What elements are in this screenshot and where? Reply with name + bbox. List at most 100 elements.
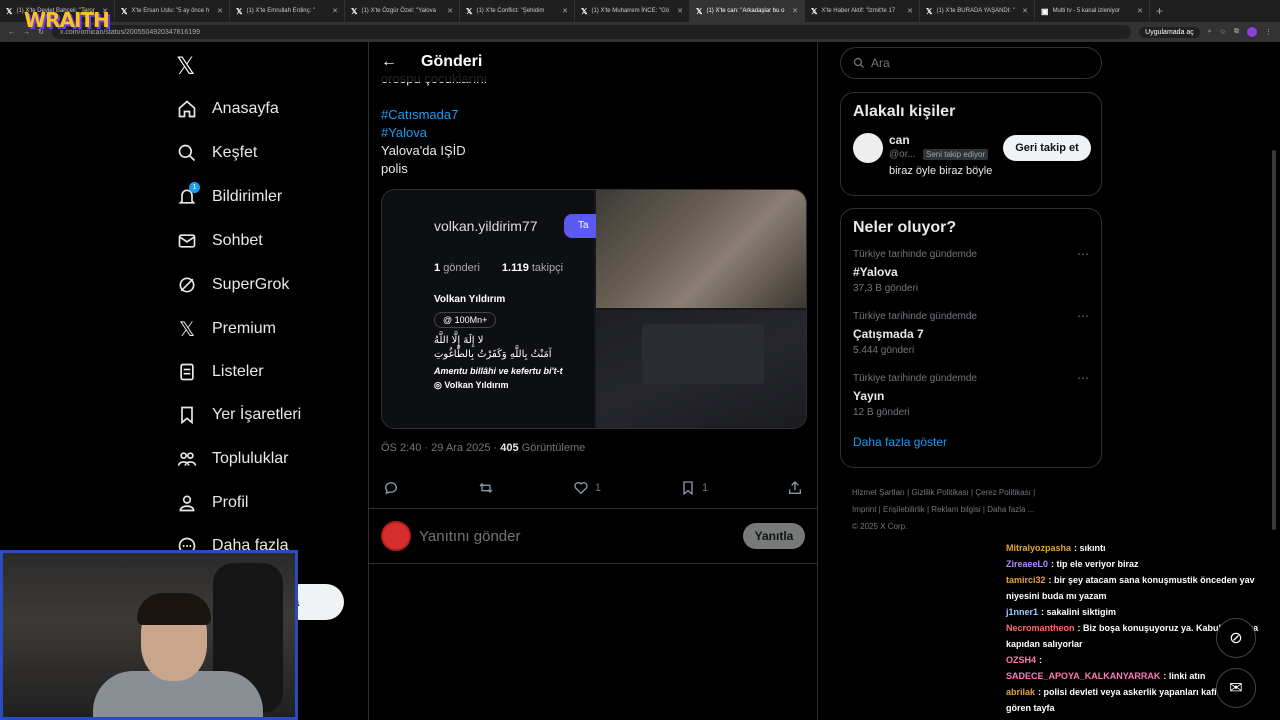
close-icon[interactable]: ✕: [1137, 7, 1143, 15]
url-field[interactable]: x.com/ornican/status/2005504920347816199: [51, 25, 1132, 39]
x-logo-icon: 𝕏: [696, 6, 703, 16]
more-options-icon[interactable]: ⋯: [1077, 309, 1089, 323]
sidebar-item-label: Keşfet: [212, 144, 258, 161]
post-metadata: ÖS 2:40 · 29 Ara 2025 · 405 Görüntüleme: [381, 442, 585, 454]
sidebar-item-lists[interactable]: Listeler: [176, 357, 264, 387]
profile-avatar[interactable]: [1247, 27, 1257, 37]
sidebar-item-chat[interactable]: Sohbet: [176, 226, 263, 256]
messages-fab[interactable]: ✉: [1216, 668, 1256, 708]
reply-input[interactable]: Yanıtını gönder: [419, 528, 735, 545]
show-more-link[interactable]: Daha fazla göster: [853, 435, 1101, 449]
share-action[interactable]: [787, 478, 803, 498]
browser-tab[interactable]: 𝕏 (1) X'te Muharrem İNCE: "Gö ✕: [575, 0, 690, 22]
browser-tab[interactable]: 𝕏 (1) X'te Emrullah Erdinç: " ✕: [230, 0, 345, 22]
chat-user: tamirci32: [1006, 575, 1046, 585]
x-logo-icon: 𝕏: [121, 6, 128, 16]
footer-link[interactable]: Imprint: [852, 505, 876, 514]
webcam-overlay: [0, 550, 298, 720]
search-icon: [176, 142, 198, 164]
browser-tab[interactable]: 𝕏 X'te Haber Aktif: "İzmit'te 17 ✕: [805, 0, 920, 22]
follow-back-button[interactable]: Geri takip et: [1003, 135, 1091, 161]
browser-tab[interactable]: 𝕏 (1) X'te BURADA YAŞANDI: " ✕: [920, 0, 1035, 22]
sidebar-item-communities[interactable]: Topluluklar: [176, 444, 288, 474]
chat-text: :: [1039, 655, 1043, 665]
trend-item[interactable]: Türkiye tarihinde gündemde Yayın 12 B gö…: [841, 367, 1101, 429]
more-options-icon[interactable]: ⋯: [1077, 247, 1089, 261]
back-icon[interactable]: ←: [8, 29, 15, 36]
close-icon[interactable]: ✕: [562, 7, 568, 15]
sidebar-item-home[interactable]: Anasayfa: [176, 94, 279, 124]
hashtag-link[interactable]: #Catısmada7: [381, 106, 801, 124]
reply-action[interactable]: [383, 478, 399, 498]
panel-title: Alakalı kişiler: [853, 103, 956, 120]
close-icon[interactable]: ✕: [447, 7, 453, 15]
close-icon[interactable]: ✕: [907, 7, 913, 15]
post-timestamp[interactable]: ÖS 2:40 · 29 Ara 2025 ·: [381, 442, 500, 454]
views-label: Görüntüleme: [521, 442, 586, 454]
star-icon[interactable]: ☆: [1220, 28, 1226, 36]
sidebar-item-notifications[interactable]: 1 Bildirimler: [176, 182, 282, 212]
sidebar-item-premium[interactable]: 𝕏 Premium: [176, 314, 276, 344]
open-in-app-button[interactable]: Uygulamada aç: [1139, 26, 1200, 38]
sidebar-item-profile[interactable]: Profil: [176, 488, 248, 518]
tab-label: X'te Haber Aktif: "İzmit'te 17: [821, 8, 896, 14]
media-threads-count: 100Mn+: [454, 315, 488, 325]
person-name: can: [889, 133, 910, 147]
avatar: [381, 521, 411, 551]
home-icon: [176, 98, 198, 120]
more-options-icon[interactable]: ⋯: [1077, 371, 1089, 385]
browser-tab[interactable]: 𝕏 (1) X'te Conflict: "Şehidim ✕: [460, 0, 575, 22]
repost-action[interactable]: [478, 478, 494, 498]
people-icon: [176, 448, 198, 470]
zoom-icon[interactable]: ⌕: [1208, 28, 1212, 36]
media-arabic-line: لا إِلَهَ إِلَّا اللَّهُ: [434, 335, 484, 346]
extensions-icon[interactable]: ⧉: [1234, 28, 1239, 36]
trend-item[interactable]: Türkiye tarihinde gündemde #Yalova 37,3 …: [841, 243, 1101, 305]
sidebar-item-supergrok[interactable]: SuperGrok: [176, 270, 289, 300]
stream-logo: WRAITH: [24, 8, 110, 32]
footer-link[interactable]: Gizlilik Politikası: [911, 488, 968, 497]
browser-tab-active[interactable]: 𝕏 (1) X'te can: "Arkadaşlar bu o ✕: [690, 0, 805, 22]
scrollbar[interactable]: [1272, 150, 1276, 530]
close-icon[interactable]: ✕: [677, 7, 683, 15]
footer-link[interactable]: Hizmet Şartları: [852, 488, 905, 497]
chat-message: Mitralyozpasha: sıkıntı: [1006, 540, 1276, 556]
search-input[interactable]: Ara: [840, 47, 1102, 79]
trend-title: #Yalova: [853, 265, 898, 279]
new-tab-icon[interactable]: +: [1156, 4, 1163, 18]
footer-links: Hizmet Şartları | Gizlilik Politikası | …: [852, 488, 1036, 531]
chat-user: ZireaeeL0: [1006, 559, 1049, 569]
footer-link[interactable]: Daha fazla ...: [987, 505, 1034, 514]
close-icon[interactable]: ✕: [1022, 7, 1028, 15]
trend-context: Türkiye tarihinde gündemde: [853, 373, 977, 384]
trend-title: Çatışmada 7: [853, 327, 924, 341]
related-person[interactable]: can @or... Seni takip ediyor biraz öyle …: [841, 121, 1101, 181]
hashtag-link[interactable]: #Yalova: [381, 124, 801, 142]
x-logo-icon[interactable]: 𝕏: [176, 52, 200, 80]
sidebar-item-bookmarks[interactable]: Yer İşaretleri: [176, 400, 301, 430]
browser-tab[interactable]: 𝕏 X'te Ersan Uslu: "5 ay önce h ✕: [115, 0, 230, 22]
like-action[interactable]: 1: [573, 478, 601, 498]
bookmark-action[interactable]: 1: [680, 478, 708, 498]
main-column: ← Gönderi orospu çocuklarını #Catısmada7…: [368, 42, 818, 720]
grok-fab[interactable]: ⊘: [1216, 618, 1256, 658]
close-icon[interactable]: ✕: [792, 7, 798, 15]
footer-link[interactable]: Reklam bilgisi: [931, 505, 980, 514]
trend-item[interactable]: Türkiye tarihinde gündemde Çatışmada 7 5…: [841, 305, 1101, 367]
footer-link[interactable]: Çerez Politikası: [975, 488, 1031, 497]
footer-link[interactable]: Erişilebilirlik: [883, 505, 925, 514]
close-icon[interactable]: ✕: [332, 7, 338, 15]
back-arrow-icon[interactable]: ←: [381, 53, 397, 71]
sidebar-item-label: Anasayfa: [212, 100, 279, 117]
post-media[interactable]: volkan.yildirim77 Ta 1 gönderi 1.119 tak…: [381, 189, 807, 429]
browser-tab[interactable]: 𝕏 (1) X'te Özgür Özel: "Yalova ✕: [345, 0, 460, 22]
follows-you-badge: Seni takip ediyor: [923, 149, 989, 160]
media-stats: 1 gönderi 1.119 takipçi: [434, 262, 563, 274]
reply-button[interactable]: Yanıtla: [743, 523, 805, 549]
close-icon[interactable]: ✕: [217, 7, 223, 15]
post-text: orospu çocuklarını #Catısmada7 #Yalova Y…: [381, 70, 801, 178]
sidebar-item-explore[interactable]: Keşfet: [176, 138, 257, 168]
trend-count: 37,3 B gönderi: [853, 283, 919, 294]
menu-icon[interactable]: ⋮: [1265, 28, 1272, 36]
browser-tab[interactable]: ▣ Multi tv - 5 kanal izleniyor ✕: [1035, 0, 1150, 22]
